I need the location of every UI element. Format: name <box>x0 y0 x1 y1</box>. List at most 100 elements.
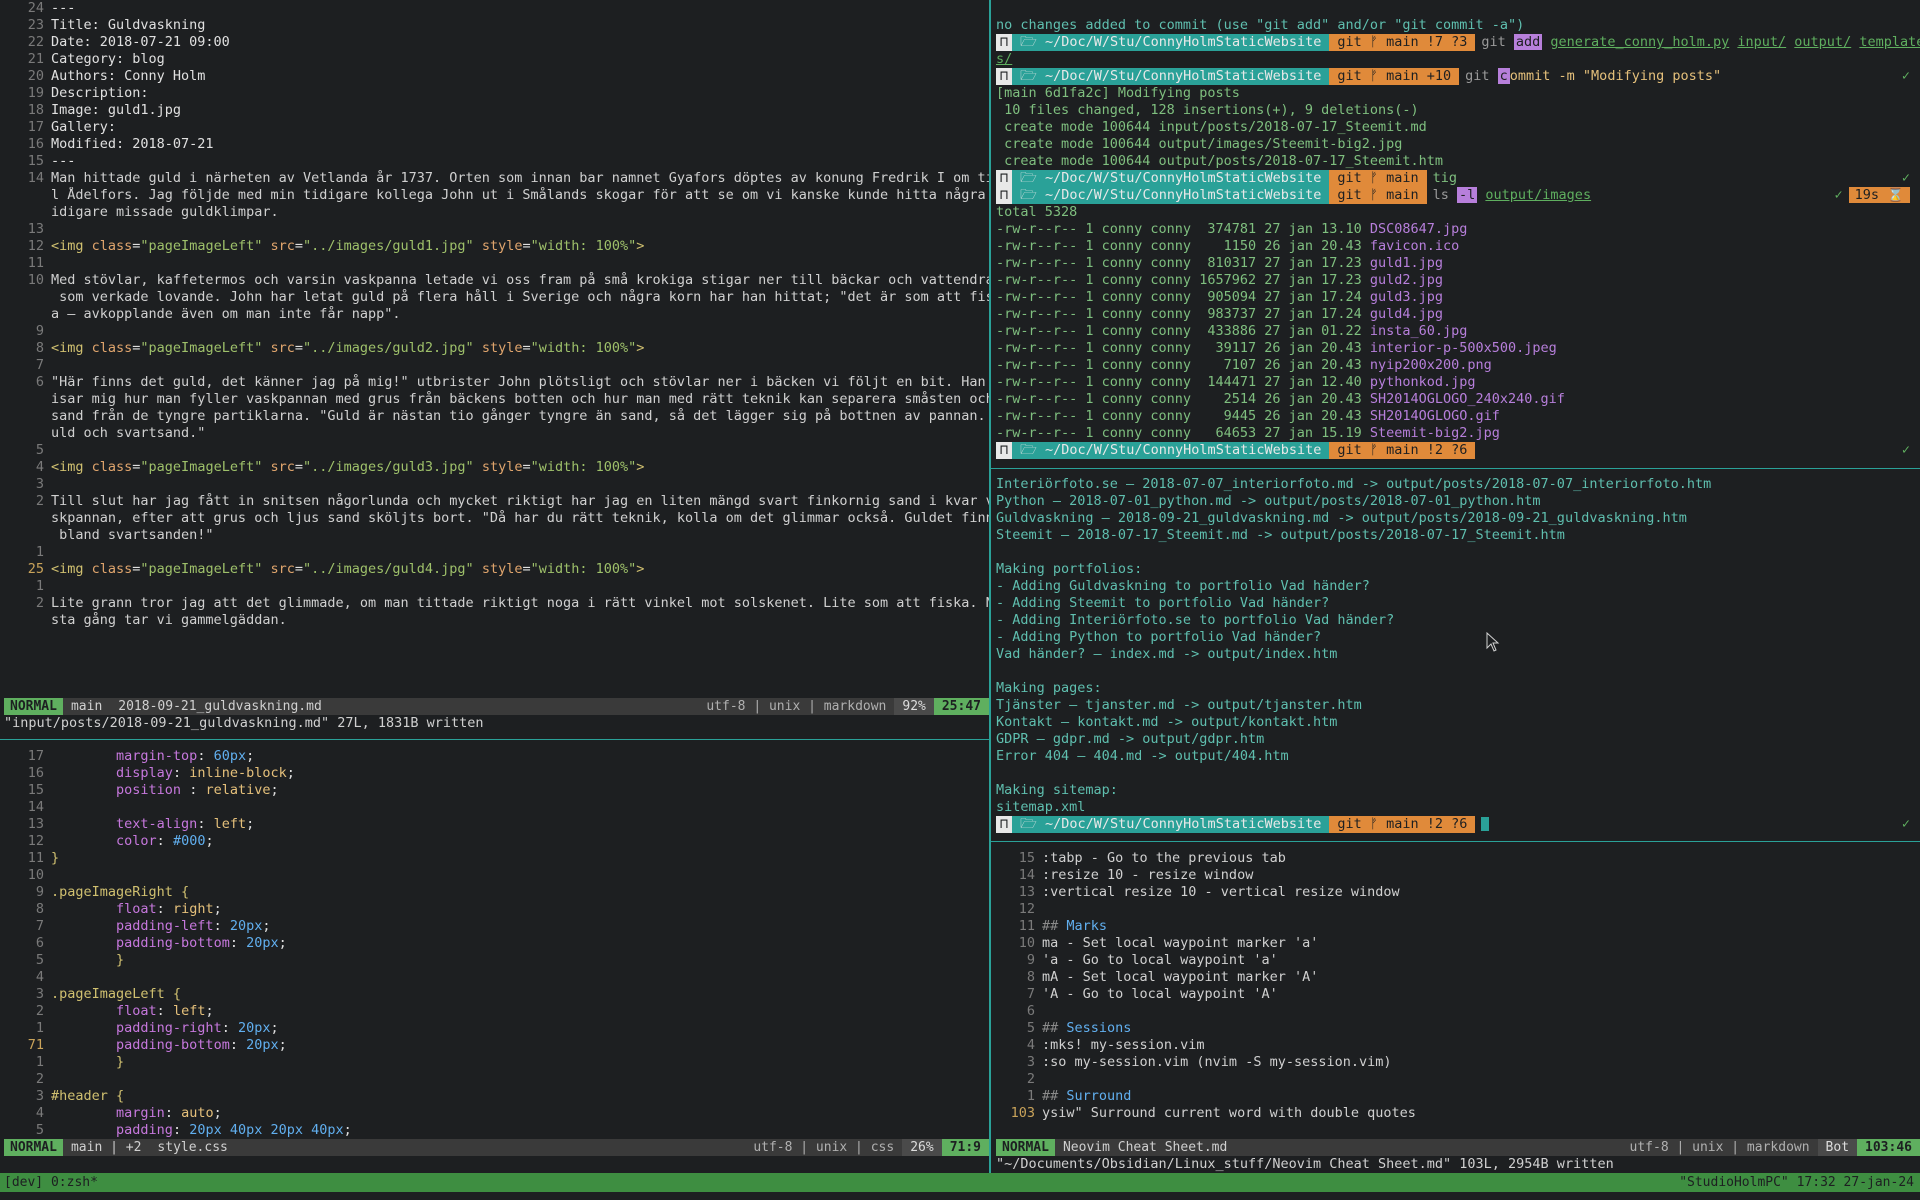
terminal-pane-build[interactable]: Interiörfoto.se – 2018-07-07_interiorfot… <box>996 476 1920 836</box>
editor-line[interactable]: 20 Authors: Conny Holm <box>0 68 989 85</box>
editor-line[interactable]: 6 padding-bottom: 20px; <box>0 935 989 952</box>
editor-line[interactable]: 9 .pageImageRight { <box>0 884 989 901</box>
editor-line[interactable]: 21 Category: blog <box>0 51 989 68</box>
text-segment: c <box>1497 68 1510 84</box>
editor-pane-css[interactable]: 17 margin-top: 60px; 16 display: inline-b… <box>0 748 989 1138</box>
editor-line[interactable]: 1 padding-right: 20px; <box>0 1020 989 1037</box>
editor-line[interactable]: 12 color: #000; <box>0 833 989 850</box>
editor-line[interactable]: sand från de tyngre partiklarna. "Guld ä… <box>0 408 989 425</box>
shell-prompt[interactable]: ⊓ 🗁 ~/Doc/W/Stu/ConnyHolmStaticWebsite git… <box>996 816 1920 833</box>
editor-line[interactable]: l Ådelfors. Jag följde med min tidigare … <box>0 187 989 204</box>
editor-line[interactable]: 2 <box>991 1071 1920 1088</box>
editor-pane-markdown[interactable]: 24 --- 23 Title: Guldvaskning 22 Date: 2018-0… <box>0 0 989 700</box>
editor-line[interactable]: 8 mA - Set local waypoint marker 'A' <box>991 969 1920 986</box>
shell-prompt[interactable]: ⊓ 🗁 ~/Doc/W/Stu/ConnyHolmStaticWebsite git… <box>996 170 1920 187</box>
shell-prompt[interactable]: ⊓ 🗁 ~/Doc/W/Stu/ConnyHolmStaticWebsite git… <box>996 34 1920 51</box>
editor-line[interactable]: 11 ## Marks <box>991 918 1920 935</box>
editor-line[interactable]: idigare missade guldklimpar. <box>0 204 989 221</box>
editor-line[interactable]: 11 <box>0 255 989 272</box>
editor-line[interactable]: 7 <box>0 357 989 374</box>
editor-pane-cheatsheet[interactable]: 15:tabp - Go to the previous tab 14:resiz… <box>991 850 1920 1140</box>
editor-line[interactable]: 10 Med stövlar, kaffetermos och varsin va… <box>0 272 989 289</box>
editor-line[interactable]: 17 margin-top: 60px; <box>0 748 989 765</box>
editor-line[interactable]: 3 .pageImageLeft { <box>0 986 989 1003</box>
editor-line[interactable]: 24 --- <box>0 0 989 17</box>
editor-line[interactable]: 13 text-align: left; <box>0 816 989 833</box>
editor-line[interactable]: 2 Lite grann tror jag att det glimmade, o… <box>0 595 989 612</box>
text-segment: :vertical resize 10 - vertical resize wi… <box>1042 884 1400 900</box>
editor-line[interactable]: bland svartsanden!" <box>0 527 989 544</box>
editor-line[interactable]: 19 Description: <box>0 85 989 102</box>
editor-line[interactable]: 13 <box>0 221 989 238</box>
shell-prompt[interactable]: ⊓ 🗁 ~/Doc/W/Stu/ConnyHolmStaticWebsite git… <box>996 442 1920 459</box>
editor-line[interactable]: 4 <img class="pageImageLeft" src="../imag… <box>0 459 989 476</box>
editor-buffer[interactable]: 15:tabp - Go to the previous tab 14:resiz… <box>991 850 1920 1122</box>
editor-line[interactable]: 16 Modified: 2018-07-21 <box>0 136 989 153</box>
shell-prompt[interactable]: ⊓ 🗁 ~/Doc/W/Stu/ConnyHolmStaticWebsite git… <box>996 68 1920 85</box>
editor-line[interactable]: 16 display: inline-block; <box>0 765 989 782</box>
editor-line[interactable]: 3 <box>0 476 989 493</box>
editor-buffer[interactable]: 17 margin-top: 60px; 16 display: inline-b… <box>0 748 989 1138</box>
editor-line[interactable]: 1 } <box>0 1054 989 1071</box>
editor-line[interactable]: 14 <box>0 799 989 816</box>
editor-line[interactable]: 5 padding: 20px 40px 20px 40px; <box>0 1122 989 1138</box>
editor-line[interactable]: 1 <box>0 544 989 561</box>
editor-line[interactable]: 15 --- <box>0 153 989 170</box>
editor-line[interactable]: 2 Till slut har jag fått in snitsen någor… <box>0 493 989 510</box>
editor-line[interactable]: 10 <box>0 867 989 884</box>
editor-line[interactable]: 5 ## Sessions <box>991 1020 1920 1037</box>
editor-line[interactable]: 2 <box>0 1071 989 1088</box>
file-listing-row: -rw-r--r-- 1 conny conny 1150 26 jan 20.… <box>996 238 1920 255</box>
shell-prompt[interactable]: ⊓ 🗁 ~/Doc/W/Stu/ConnyHolmStaticWebsite git… <box>996 187 1920 204</box>
editor-line[interactable]: 22 Date: 2018-07-21 09:00 <box>0 34 989 51</box>
editor-line[interactable]: sta gång tar vi gammelgäddan. <box>0 612 989 629</box>
editor-line[interactable]: a – avkopplande även om man inte får nap… <box>0 306 989 323</box>
line-text: Till slut har jag fått in snitsen någorl… <box>51 493 989 510</box>
editor-line[interactable]: 8 float: right; <box>0 901 989 918</box>
editor-line[interactable]: 10 ma - Set local waypoint marker 'a' <box>991 935 1920 952</box>
editor-line[interactable]: 3 #header { <box>0 1088 989 1105</box>
line-number: 13 <box>27 816 44 832</box>
editor-line[interactable]: 6 "Här finns det guld, det känner jag på … <box>0 374 989 391</box>
editor-line[interactable]: 13:vertical resize 10 - vertical resize … <box>991 884 1920 901</box>
editor-line[interactable]: 14:resize 10 - resize window <box>991 867 1920 884</box>
editor-line[interactable]: 25 <img class="pageImageLeft" src="../ima… <box>0 561 989 578</box>
editor-line[interactable]: skpannan, efter att grus och ljus sand s… <box>0 510 989 527</box>
editor-line[interactable]: 12 <box>991 901 1920 918</box>
editor-line[interactable]: 5 } <box>0 952 989 969</box>
editor-line[interactable]: isar mig hur man fyller vaskpannan med g… <box>0 391 989 408</box>
editor-line[interactable]: 2 float: left; <box>0 1003 989 1020</box>
editor-buffer[interactable]: 24 --- 23 Title: Guldvaskning 22 Date: 2018-0… <box>0 0 989 629</box>
editor-line[interactable]: 14 Man hittade guld i närheten av Vetland… <box>0 170 989 187</box>
editor-line[interactable]: 5 <box>0 442 989 459</box>
editor-line[interactable]: uld och svartsand." <box>0 425 989 442</box>
line-text: --- <box>51 0 989 17</box>
editor-line[interactable]: 6 <box>991 1003 1920 1020</box>
editor-line[interactable]: 7 padding-left: 20px; <box>0 918 989 935</box>
editor-line[interactable]: 4 <box>0 969 989 986</box>
editor-line[interactable]: 4:mks! my-session.vim <box>991 1037 1920 1054</box>
editor-line[interactable]: 3:so my-session.vim (nvim -S my-session.… <box>991 1054 1920 1071</box>
editor-line[interactable]: 8 <img class="pageImageLeft" src="../imag… <box>0 340 989 357</box>
editor-line[interactable]: 9 'a - Go to local waypoint 'a' <box>991 952 1920 969</box>
editor-line[interactable]: 15 position : relative; <box>0 782 989 799</box>
editor-line[interactable]: 11} <box>0 850 989 867</box>
editor-line[interactable]: 103 ysiw" Surround current word with doub… <box>991 1105 1920 1122</box>
prompt-directory: 🗁 ~/Doc/W/Stu/ConnyHolmStaticWebsite <box>1012 68 1330 85</box>
editor-line[interactable]: 9 <box>0 323 989 340</box>
editor-line[interactable]: som verkade lovande. John har letat guld… <box>0 289 989 306</box>
editor-line[interactable]: 1 <box>0 578 989 595</box>
editor-line[interactable]: 15:tabp - Go to the previous tab <box>991 850 1920 867</box>
editor-line[interactable]: 12 <img class="pageImageLeft" src="../ima… <box>0 238 989 255</box>
editor-line[interactable]: 1 ## Surround <box>991 1088 1920 1105</box>
terminal-output[interactable]: no changes added to commit (use "git add… <box>996 17 1920 459</box>
editor-line[interactable]: 23 Title: Guldvaskning <box>0 17 989 34</box>
terminal-output[interactable]: Interiörfoto.se – 2018-07-07_interiorfot… <box>996 476 1920 833</box>
editor-line[interactable]: 18 Image: guld1.jpg <box>0 102 989 119</box>
editor-line[interactable]: 17 Gallery: <box>0 119 989 136</box>
editor-line[interactable]: 4 margin: auto; <box>0 1105 989 1122</box>
editor-line[interactable]: 7 'A - Go to local waypoint 'A' <box>991 986 1920 1003</box>
editor-line[interactable]: 71 padding-bottom: 20px; <box>0 1037 989 1054</box>
tmux-session[interactable]: [dev] 0:zsh* <box>0 1173 102 1192</box>
terminal-pane-git[interactable]: no changes added to commit (use "git add… <box>996 17 1920 459</box>
